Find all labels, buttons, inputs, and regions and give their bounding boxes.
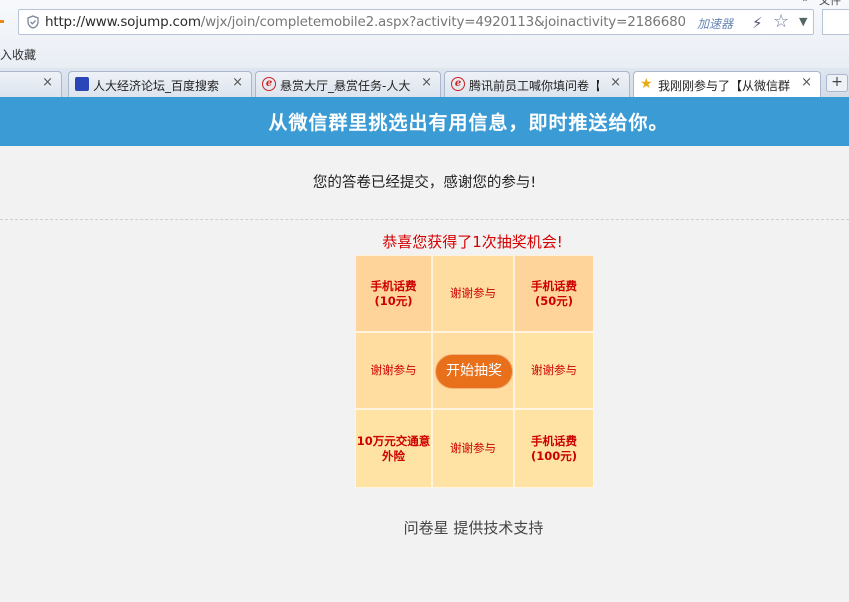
cell-line: 手机话费 [370, 278, 417, 293]
tab-title: 人大经济论坛_百度搜索 [93, 79, 220, 93]
file-menu[interactable]: 文件 [819, 0, 841, 8]
cell-line: (50元) [534, 293, 573, 308]
favorite-star-icon: ★ [640, 76, 653, 92]
lottery-cell-traffic-insurance: 10万元交通意 外险 [355, 409, 432, 488]
lottery-cell-thanks: 谢谢参与 [432, 255, 514, 332]
wechat-promo-banner[interactable]: 从微信群里挑选出有用信息，即时推送给你。 [0, 97, 849, 146]
cell-line: 谢谢参与 [531, 363, 577, 377]
url-host: http://www.sojump.com [45, 14, 201, 30]
tab-reward-hall[interactable]: e 悬赏大厅_悬赏任务-人大 × [255, 71, 441, 97]
lottery-cell-phone-credit-50: 手机话费 (50元) [514, 255, 594, 332]
lottery-grid: 手机话费 (10元) 谢谢参与 手机话费 (50元) 谢谢参与 谢谢参与 10万元交… [355, 255, 594, 488]
cell-line: 谢谢参与 [450, 286, 496, 300]
submitted-message: 您的答卷已经提交，感谢您的参与! [312, 175, 537, 191]
tab-baidu-search[interactable]: 人大经济论坛_百度搜索 × [68, 71, 252, 97]
add-favorites-link[interactable]: 入收藏 [0, 46, 36, 63]
cell-line: 谢谢参与 [450, 441, 496, 455]
lottery-congrats-message: 恭喜您获得了1次抽奖机会! [382, 233, 563, 251]
orange-marker-icon [0, 20, 4, 23]
tab-close-icon[interactable]: × [801, 75, 812, 90]
start-lottery-button[interactable]: 开始抽奖 [435, 354, 513, 389]
tab-close-icon[interactable]: × [42, 75, 53, 90]
lottery-cell-thanks: 谢谢参与 [432, 409, 514, 488]
cell-line: 10万元交通意 [356, 433, 431, 448]
new-tab-button[interactable]: + [826, 74, 848, 92]
accelerator-button[interactable]: 加速器 [697, 15, 733, 32]
url-text[interactable]: http://www.sojump.com/wjx/join/completem… [45, 14, 685, 30]
cell-line: 外险 [381, 448, 405, 463]
url-path: /wjx/join/completemobile2.aspx?activity=… [200, 14, 685, 30]
cell-line: (100元) [530, 448, 578, 463]
lottery-cell-phone-credit-100: 手机话费 (100元) [514, 409, 594, 488]
lottery-cell-thanks: 谢谢参与 [355, 332, 432, 409]
tab-title: 腾讯前员工喊你填问卷【 [469, 79, 599, 93]
tab-close-icon[interactable]: × [421, 75, 432, 90]
bookmark-star-icon[interactable]: ☆ [773, 11, 789, 32]
security-shield-icon [27, 15, 39, 29]
baidu-paw-icon [75, 77, 89, 91]
cell-line: 谢谢参与 [370, 363, 417, 377]
browser-toolbar: » 文件 http://www.sojump.com/wjx/join/comp… [0, 0, 849, 68]
tab-close-icon[interactable]: × [232, 75, 243, 90]
tab-blank[interactable]: × [0, 71, 62, 97]
tab-close-icon[interactable]: × [610, 75, 621, 90]
tab-bar: × 人大经济论坛_百度搜索 × e 悬赏大厅_悬赏任务-人大 × e 腾讯前员工… [0, 68, 849, 98]
e-logo-icon: e [451, 77, 465, 91]
lottery-cell-thanks: 谢谢参与 [514, 332, 594, 409]
chevron-down-icon[interactable]: ▼ [799, 15, 807, 28]
tab-title: 悬赏大厅_悬赏任务-人大 [280, 79, 410, 93]
divider [0, 219, 849, 220]
more-arrows[interactable]: » [802, 0, 809, 5]
search-box[interactable] [822, 9, 849, 35]
tab-title: 我刚刚参与了【从微信群 [658, 79, 791, 93]
lightning-icon[interactable]: ⚡ [752, 14, 763, 32]
lottery-cell-phone-credit-10: 手机话费 (10元) [355, 255, 432, 332]
cell-line: 手机话费 [531, 278, 577, 293]
cell-line: 手机话费 [531, 433, 577, 448]
tab-tencent-survey[interactable]: e 腾讯前员工喊你填问卷【 × [444, 71, 630, 97]
cell-line: (10元) [374, 293, 413, 308]
banner-text: 从微信群里挑选出有用信息，即时推送给你。 [268, 112, 669, 134]
e-logo-icon: e [262, 77, 276, 91]
powered-by-footer: 问卷星 提供技术支持 [403, 519, 544, 537]
address-bar[interactable]: http://www.sojump.com/wjx/join/completem… [18, 9, 814, 35]
tab-current[interactable]: ★ 我刚刚参与了【从微信群 × [633, 71, 821, 98]
